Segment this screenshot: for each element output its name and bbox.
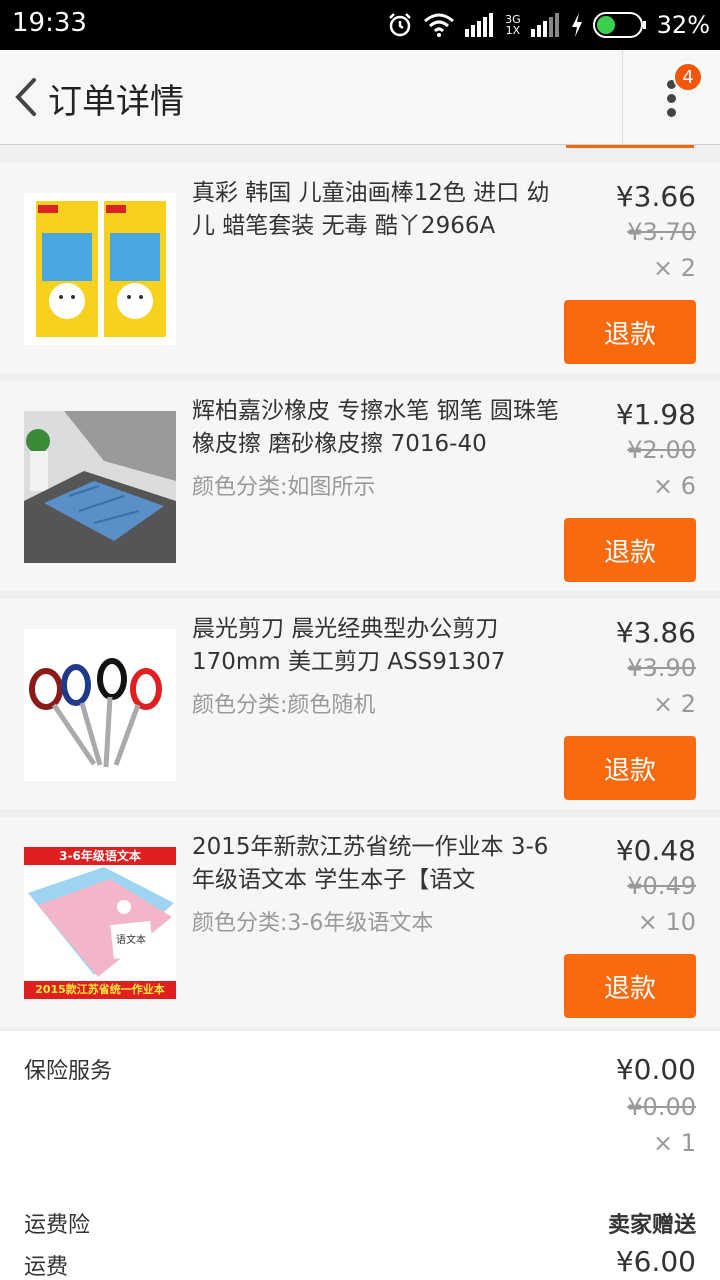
order-item[interactable]: 真彩 韩国 儿童油画棒12色 进口 幼儿 蜡笔套装 无毒 酷丫2966A ¥3.… [0, 163, 720, 373]
image-banner-top: 3-6年级语文本 [24, 847, 176, 865]
image-cover-label: 语文本 [116, 935, 146, 946]
product-quantity: × 2 [652, 254, 696, 282]
product-price: ¥0.48 [615, 834, 696, 867]
product-price: ¥3.66 [615, 180, 696, 213]
product-image [24, 193, 176, 345]
shipping-label: 运费 [24, 1255, 69, 1280]
original-price: ¥0.49 [627, 872, 696, 900]
notification-badge: 4 [673, 62, 703, 92]
product-sku: 颜色分类:如图所示 [192, 475, 376, 500]
product-name: 2015年新款江苏省统一作业本 3-6年级语文本 学生本子【语文 [192, 834, 549, 893]
insurance-section: 保险服务 ¥0.00 ¥0.00 × 1 [0, 1031, 720, 1191]
status-icons: 3G 1X 32% [387, 8, 710, 42]
app-header: 订单详情 4 [0, 50, 720, 145]
alarm-icon [387, 12, 413, 38]
insurance-quantity: × 1 [652, 1129, 696, 1157]
order-item[interactable]: 晨光剪刀 晨光经典型办公剪刀170mm 美工剪刀 ASS91307 颜色分类:颜… [0, 599, 720, 809]
insurance-label: 保险服务 [24, 1059, 113, 1084]
product-quantity: × 10 [637, 908, 696, 936]
shipping-section: 运费险 卖家赠送 运费 ¥6.00 [0, 1191, 720, 1280]
product-image [24, 411, 176, 563]
order-item[interactable]: 3-6年级语文本 语文本 2015款江苏省统一作业本 2015年新款江苏省统一作… [0, 817, 720, 1027]
refund-button[interactable]: 退款 [564, 300, 696, 364]
back-button[interactable] [6, 72, 46, 122]
signal-3g-icon [465, 13, 495, 37]
product-sku: 颜色分类:3-6年级语文本 [192, 911, 434, 936]
product-name: 晨光剪刀 晨光经典型办公剪刀170mm 美工剪刀 ASS91307 [192, 616, 506, 675]
wifi-icon [423, 13, 455, 37]
original-price: ¥2.00 [627, 436, 696, 464]
battery-percent: 32% [656, 11, 710, 39]
chevron-left-icon [15, 78, 36, 116]
shipping-insurance-label: 运费险 [24, 1213, 91, 1238]
order-item[interactable]: 辉柏嘉沙橡皮 专擦水笔 钢笔 圆珠笔橡皮擦 磨砂橡皮擦 7016-40 颜色分类… [0, 381, 720, 591]
status-bar: 19:33 3G 1X 32% [0, 0, 720, 50]
refund-button[interactable]: 退款 [564, 736, 696, 800]
product-quantity: × 6 [652, 472, 696, 500]
original-price: ¥3.70 [627, 218, 696, 246]
status-time: 19:33 [12, 8, 87, 38]
product-price: ¥1.98 [615, 398, 696, 431]
refund-button[interactable]: 退款 [564, 518, 696, 582]
product-price: ¥3.86 [615, 616, 696, 649]
product-image: 3-6年级语文本 语文本 2015款江苏省统一作业本 [24, 847, 176, 999]
insurance-original-price: ¥0.00 [627, 1093, 696, 1121]
network-type: 3G 1X [505, 13, 521, 37]
shipping-value: ¥6.00 [615, 1245, 696, 1278]
product-name: 真彩 韩国 儿童油画棒12色 进口 幼儿 蜡笔套装 无毒 酷丫2966A [192, 180, 550, 239]
battery-icon [592, 12, 647, 38]
image-banner-bottom: 2015款江苏省统一作业本 [24, 981, 176, 999]
signal-icon [530, 13, 561, 37]
previous-button-edge [566, 145, 694, 148]
product-image [24, 629, 176, 781]
product-quantity: × 2 [652, 690, 696, 718]
product-name: 辉柏嘉沙橡皮 专擦水笔 钢笔 圆珠笔橡皮擦 磨砂橡皮擦 7016-40 [192, 398, 559, 457]
original-price: ¥3.90 [627, 654, 696, 682]
more-menu-button[interactable]: 4 [623, 50, 720, 145]
page-title: 订单详情 [48, 82, 184, 122]
charging-icon [571, 13, 583, 37]
insurance-price: ¥0.00 [615, 1053, 696, 1086]
product-sku: 颜色分类:颜色随机 [192, 693, 376, 718]
refund-button[interactable]: 退款 [564, 954, 696, 1018]
shipping-insurance-value: 卖家赠送 [607, 1213, 696, 1238]
